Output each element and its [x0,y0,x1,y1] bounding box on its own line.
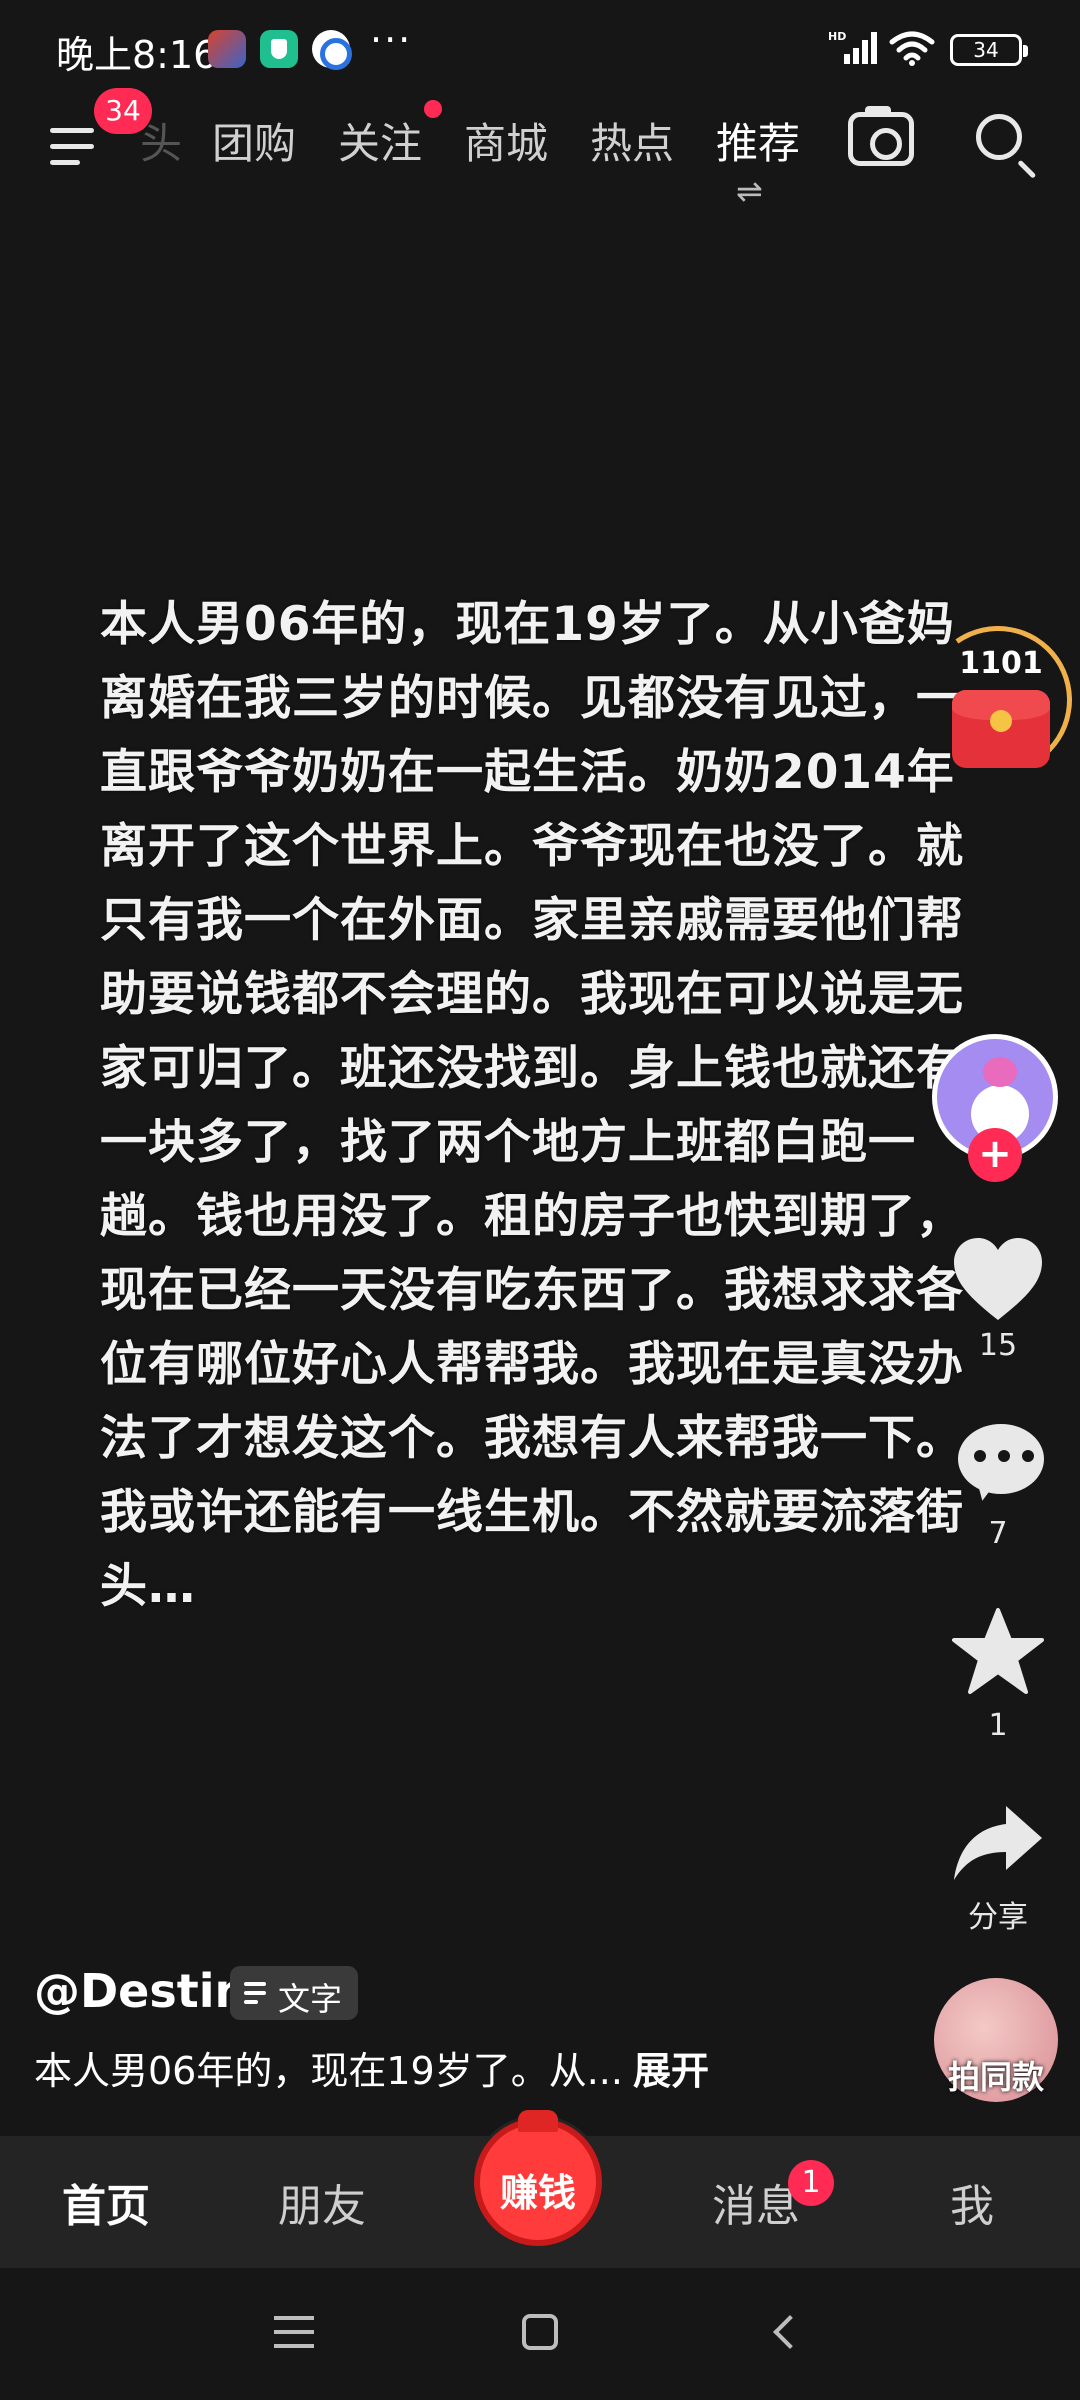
tab-mall[interactable]: 商城 [464,110,548,171]
like-heart-icon[interactable] [950,1236,1046,1326]
nav-me[interactable]: 我 [950,2170,994,2234]
nav-messages[interactable]: 消息 [712,2170,800,2234]
messages-badge: 1 [788,2160,834,2206]
text-post-tag-label: 文字 [278,1980,343,2018]
red-packet-widget[interactable]: 1101 [912,614,1080,786]
shield-app-icon [260,30,298,68]
tab-recommended[interactable]: 推荐 [716,110,800,171]
menu-icon[interactable] [46,118,106,178]
search-icon[interactable] [976,114,1022,160]
recent-apps-icon[interactable] [274,2316,314,2350]
nav-earn-label: 赚钱 [499,2171,576,2215]
author-name[interactable]: @Destin [34,1964,247,2018]
text-lines-icon [244,1980,270,2006]
status-time: 晚上8:16 [56,33,218,77]
nav-home[interactable]: 首页 [62,2170,150,2234]
more-notifications-icon: ··· [370,18,413,62]
svg-text:HD: HD [828,30,846,43]
like-count: 15 [978,1328,1018,1363]
same-style-label[interactable]: 拍同款 [934,2052,1058,2098]
share-arrow-icon[interactable] [950,1800,1046,1890]
wifi-icon [889,31,935,66]
status-bar: 晚上8:16 ··· HD 34 [0,0,1080,100]
nav-earn-button[interactable]: 赚钱 [474,2110,602,2246]
follow-button[interactable]: + [968,1128,1022,1182]
hd-signal-icon: HD [828,30,877,64]
system-nav-bar [0,2268,1080,2400]
favorite-count: 1 [988,1708,1008,1743]
bottom-nav: 首页 朋友 赚钱 消息 1 我 [0,2110,1080,2268]
red-packet-count: 1101 [959,646,1043,681]
camera-icon[interactable] [848,106,914,166]
home-icon[interactable] [522,2314,558,2350]
browser-app-icon [312,30,352,70]
share-label[interactable]: 分享 [936,1892,1060,1936]
comment-count: 7 [988,1516,1008,1551]
back-icon[interactable] [773,2315,807,2349]
post-text: 本人男06年的，现在19岁了。从小爸妈离婚在我三岁的时候。见都没有见过，一直跟爷… [100,597,964,1614]
comment-icon[interactable] [950,1420,1046,1510]
tab-group-buy[interactable]: 团购 [212,110,296,171]
following-new-dot [424,100,442,118]
favorite-star-icon[interactable] [950,1606,1046,1696]
expand-button[interactable]: 展开 [633,2049,709,2093]
tab-trending[interactable]: 热点 [590,110,674,171]
nav-friends[interactable]: 朋友 [278,2170,366,2234]
caption-text: 本人男06年的，现在19岁了。从... [34,2049,623,2093]
tab-following[interactable]: 关注 [338,110,422,171]
battery-icon: 34 [950,34,1028,66]
red-packet-icon [952,690,1050,768]
text-post-tag[interactable]: 文字 [230,1966,358,2020]
game-app-icon [208,30,246,68]
caption: 本人男06年的，现在19岁了。从... 展开 [34,2040,709,2095]
swap-icon[interactable]: ⇌ [736,172,763,210]
tab-partial[interactable]: 头 [140,110,182,171]
